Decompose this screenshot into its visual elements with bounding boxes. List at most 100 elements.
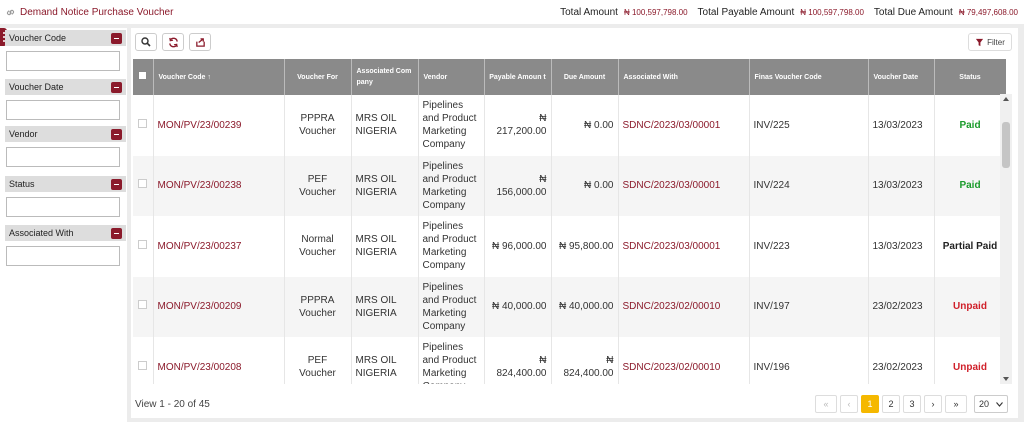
row-checkbox[interactable] (138, 300, 148, 310)
row-select[interactable] (133, 276, 154, 337)
payable-cell: ₦ 217,200.00 (484, 95, 552, 156)
col-associated-company[interactable]: Associated Com pany (351, 59, 419, 95)
page-button-3[interactable]: 3 (903, 395, 921, 413)
row-checkbox[interactable] (138, 239, 148, 249)
associated-with-link[interactable]: SDNC/2023/03/00001 (618, 216, 750, 277)
page-button-2[interactable]: 2 (882, 395, 900, 413)
row-checkbox[interactable] (138, 179, 148, 189)
filter-button-label: Filter (987, 37, 1005, 47)
voucher-for-cell: PEF Voucher (284, 155, 352, 216)
date-cell: 23/02/2023 (868, 337, 935, 384)
status-input[interactable] (6, 197, 120, 217)
grid-toolbar (135, 33, 211, 51)
voucher-code-link[interactable]: MON/PV/23/00237 (153, 216, 285, 277)
col-finas-voucher-code[interactable]: Finas Voucher Code (749, 59, 869, 95)
collapse-icon[interactable] (111, 128, 122, 140)
finas-cell: INV/196 (749, 337, 869, 384)
page-title: Demand Notice Purchase Voucher (5, 7, 173, 18)
collapse-icon[interactable] (111, 32, 122, 44)
company-cell: MRS OIL NIGERIA (351, 216, 419, 277)
total-payable-label: Total Payable Amount (697, 6, 795, 18)
first-page-button[interactable]: « (815, 395, 837, 413)
filter-voucher-code: Voucher Code (0, 30, 127, 71)
table-row[interactable]: MON/PV/23/00209 PPPRA Voucher MRS OIL NI… (133, 276, 1006, 337)
date-cell: 13/03/2023 (868, 155, 935, 216)
grid-footer: View 1 - 20 of 45 « ‹ 1 2 3 › » 20 (131, 390, 1018, 418)
page-size-select[interactable]: 20 (974, 395, 1008, 413)
filter-button[interactable]: Filter (968, 33, 1012, 51)
search-button[interactable] (135, 33, 157, 51)
scroll-down-icon[interactable] (1003, 377, 1009, 381)
col-voucher-for[interactable]: Voucher For (284, 59, 352, 95)
vendor-cell: Pipelines and Product Marketing Company (418, 216, 485, 277)
date-cell: 13/03/2023 (868, 216, 935, 277)
associated-with-link[interactable]: SDNC/2023/02/00010 (618, 337, 750, 384)
associated-with-input[interactable] (6, 246, 120, 266)
col-vendor[interactable]: Vendor (418, 59, 485, 95)
filter-label: Associated With (9, 228, 74, 238)
row-checkbox[interactable] (138, 118, 148, 128)
voucher-code-link[interactable]: MON/PV/23/00209 (153, 276, 285, 337)
voucher-date-input[interactable] (6, 100, 120, 120)
table-row[interactable]: MON/PV/23/00208 PEF Voucher MRS OIL NIGE… (133, 337, 1006, 384)
filter-voucher-date: Voucher Date (0, 79, 127, 120)
page-button-1[interactable]: 1 (861, 395, 879, 413)
table-row[interactable]: MON/PV/23/00238 PEF Voucher MRS OIL NIGE… (133, 155, 1006, 216)
due-cell: ₦ 0.00 (551, 95, 619, 156)
select-all-header[interactable] (133, 59, 154, 95)
row-checkbox[interactable] (138, 360, 148, 370)
due-cell: ₦ 824,400.00 (551, 337, 619, 384)
voucher-code-link[interactable]: MON/PV/23/00238 (153, 155, 285, 216)
associated-with-link[interactable]: SDNC/2023/03/00001 (618, 155, 750, 216)
next-page-button[interactable]: › (924, 395, 942, 413)
collapse-icon[interactable] (111, 227, 122, 239)
page-title-text: Demand Notice Purchase Voucher (20, 6, 174, 18)
last-page-button[interactable]: » (945, 395, 967, 413)
table-row[interactable]: MON/PV/23/00239 PPPRA Voucher MRS OIL NI… (133, 95, 1006, 156)
col-voucher-code[interactable]: Voucher Code ↑ (153, 59, 285, 95)
associated-with-link[interactable]: SDNC/2023/03/00001 (618, 95, 750, 156)
status-badge: Partial Paid (934, 216, 1006, 277)
filter-status: Status (0, 176, 127, 217)
associated-with-link[interactable]: SDNC/2023/02/00010 (618, 276, 750, 337)
row-select[interactable] (133, 155, 154, 216)
filter-header: Voucher Date (5, 79, 126, 95)
due-cell: ₦ 40,000.00 (551, 276, 619, 337)
voucher-code-link[interactable]: MON/PV/23/00239 (153, 95, 285, 156)
row-select[interactable] (133, 337, 154, 384)
voucher-code-link[interactable]: MON/PV/23/00208 (153, 337, 285, 384)
export-button[interactable] (189, 33, 211, 51)
total-due-label: Total Due Amount (873, 6, 953, 18)
filter-label: Voucher Code (9, 33, 67, 43)
date-cell: 13/03/2023 (868, 95, 935, 156)
col-associated-with[interactable]: Associated With (618, 59, 750, 95)
vendor-cell: Pipelines and Product Marketing Company (418, 95, 485, 156)
scroll-up-icon[interactable] (1003, 97, 1009, 101)
col-payable-amount[interactable]: Payable Amoun t (484, 59, 552, 95)
payable-cell: ₦ 824,400.00 (484, 337, 552, 384)
totals-summary: Total Amount ₦ 100,597,798.00 Total Paya… (550, 7, 1018, 18)
finas-cell: INV/197 (749, 276, 869, 337)
prev-page-button[interactable]: ‹ (840, 395, 858, 413)
row-select[interactable] (133, 95, 154, 156)
records-info: View 1 - 20 of 45 (135, 398, 210, 410)
collapse-icon[interactable] (111, 81, 122, 93)
page-size-value: 20 (979, 399, 990, 409)
vendor-input[interactable] (6, 147, 120, 167)
select-all-checkbox[interactable] (138, 70, 148, 80)
filter-header: Vendor (5, 126, 126, 142)
table-row[interactable]: MON/PV/23/00237 Normal Voucher MRS OIL N… (133, 216, 1006, 277)
scrollbar-thumb[interactable] (1002, 122, 1010, 168)
voucher-code-input[interactable] (6, 51, 120, 71)
col-status[interactable]: Status (934, 59, 1006, 95)
payable-cell: ₦ 96,000.00 (484, 216, 552, 277)
total-due-value: ₦ 79,497,608.00 (958, 7, 1018, 17)
table-header-row: Voucher Code ↑ Voucher For Associated Co… (133, 59, 1006, 95)
col-voucher-date[interactable]: Voucher Date (868, 59, 935, 95)
refresh-button[interactable] (162, 33, 184, 51)
collapse-icon[interactable] (111, 178, 122, 190)
row-select[interactable] (133, 216, 154, 277)
col-due-amount[interactable]: Due Amount (551, 59, 619, 95)
table-scrollbar[interactable] (1000, 94, 1012, 384)
voucher-for-cell: Normal Voucher (284, 216, 352, 277)
